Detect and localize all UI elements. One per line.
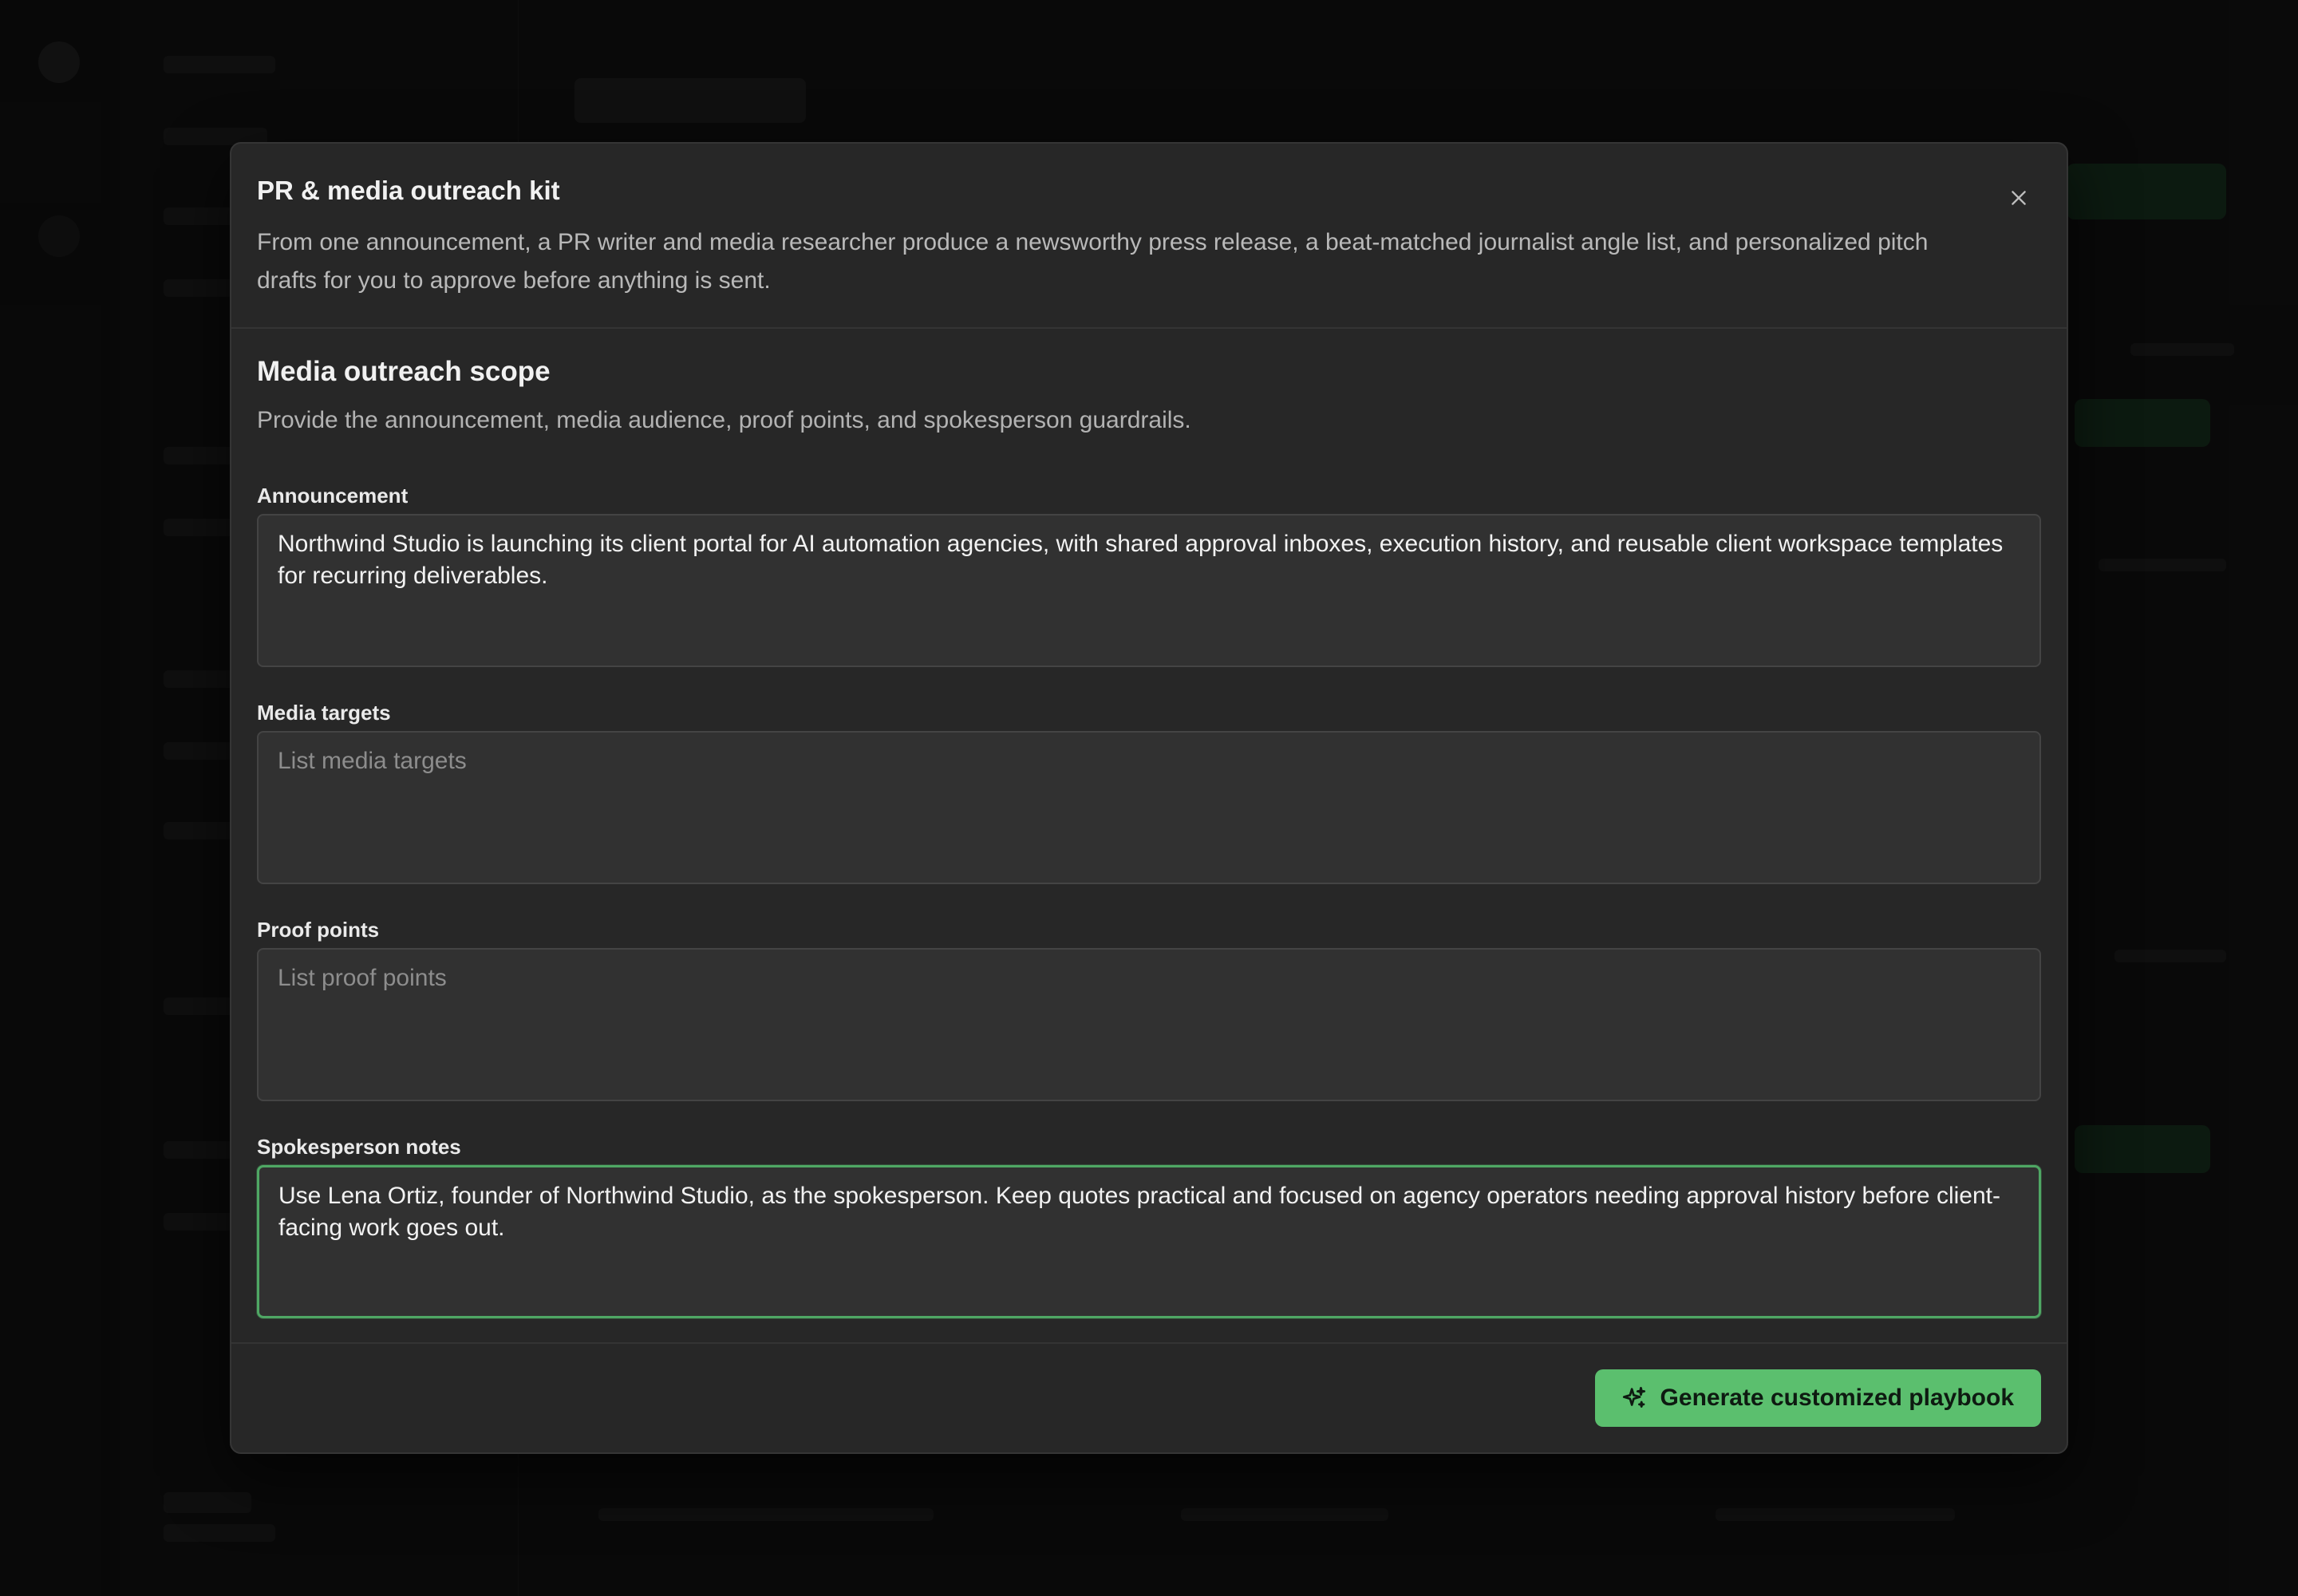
section-title: Media outreach scope xyxy=(257,356,551,387)
proof-points-field[interactable] xyxy=(257,948,2041,1101)
media-targets-field[interactable] xyxy=(257,731,2041,884)
modal-description: From one announcement, a PR writer and m… xyxy=(257,229,1929,294)
spokesperson-notes-label: Spokesperson notes xyxy=(257,1135,461,1159)
section-description: Provide the announcement, media audience… xyxy=(257,407,1191,433)
modal-title: PR & media outreach kit xyxy=(257,176,560,205)
modal-header: PR & media outreach kit From one announc… xyxy=(231,144,2067,329)
announcement-label: Announcement xyxy=(257,484,409,508)
sparkle-icon xyxy=(1622,1386,1645,1408)
outreach-kit-modal: PR & media outreach kit From one announc… xyxy=(230,142,2068,1454)
generate-playbook-label: Generate customized playbook xyxy=(1660,1385,2014,1411)
media-targets-label: Media targets xyxy=(257,701,391,725)
close-icon xyxy=(2012,191,2026,205)
close-button[interactable] xyxy=(2001,180,2036,215)
spokesperson-notes-field[interactable]: Use Lena Ortiz, founder of Northwind Stu… xyxy=(257,1165,2041,1318)
generate-playbook-button[interactable]: Generate customized playbook xyxy=(1594,1369,2041,1427)
proof-points-label: Proof points xyxy=(257,918,380,942)
announcement-field[interactable]: Northwind Studio is launching its client… xyxy=(257,514,2041,667)
modal-footer: Generate customized playbook xyxy=(231,1342,2067,1454)
